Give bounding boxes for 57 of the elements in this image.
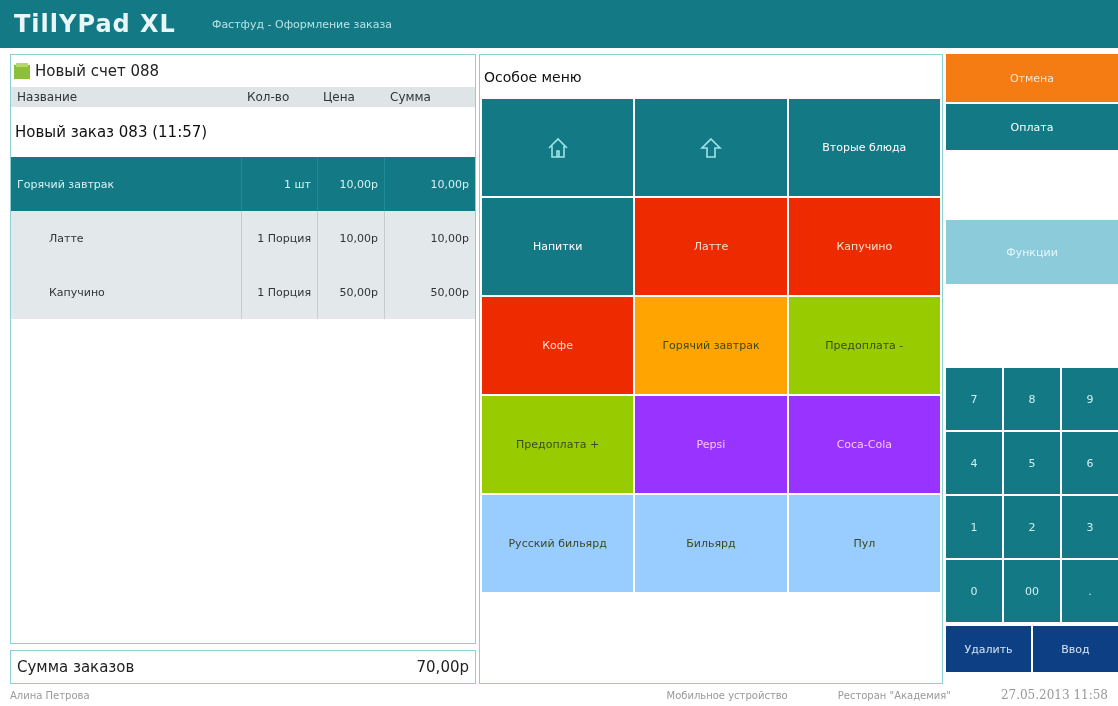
date-time: 27.05.2013 11:58 — [1000, 688, 1108, 702]
total-value: 70,00р — [416, 658, 469, 676]
menu-tile[interactable]: Латте — [635, 198, 787, 295]
table-cell: 50,00р — [384, 265, 475, 319]
menu-tile[interactable]: Предоплата + — [482, 396, 634, 493]
column-header: Сумма — [389, 89, 432, 106]
order-row[interactable]: Капучино 1 Порция 50,00р 50,00р — [11, 265, 475, 319]
menu-tile[interactable]: Вторые блюда — [788, 99, 940, 196]
user-name: Алина Петрова — [10, 689, 90, 701]
order-group-title: Новый заказ 083 (11:57) — [14, 122, 209, 143]
restaurant-label: Ресторан "Академия" — [837, 689, 951, 701]
table-cell: 1 Порция — [241, 265, 317, 319]
total-label: Сумма заказов — [17, 658, 135, 676]
menu-tile[interactable]: Русский бильярд — [482, 495, 634, 592]
menu-tile[interactable]: Пул — [788, 495, 940, 592]
table-cell-text: Горячий завтрак — [16, 176, 116, 193]
menu-tile[interactable]: Капучино — [788, 198, 940, 295]
menu-tile[interactable]: Бильярд — [635, 495, 787, 592]
device-label: Мобильное устройство — [666, 689, 788, 701]
keypad-key[interactable]: 8 — [1004, 368, 1060, 430]
menu-tile[interactable]: Pepsi — [635, 396, 787, 493]
cancel-button[interactable]: Отмена — [946, 54, 1118, 102]
menu-tile[interactable]: Кофе — [482, 297, 634, 394]
screen-title: Фастфуд - Оформление заказа — [211, 17, 393, 31]
app-logo: TillYPad XL — [14, 10, 176, 38]
column-header: Название — [16, 89, 79, 106]
home-button[interactable] — [482, 99, 634, 196]
order-row[interactable]: Горячий завтрак 1 шт 10,00р 10,00р — [11, 157, 475, 211]
column-header: Цена — [322, 89, 356, 106]
keypad-action-button[interactable]: Ввод — [1033, 626, 1118, 672]
order-row[interactable]: Латте 1 Порция 10,00р 10,00р — [11, 211, 475, 265]
menu-tile[interactable]: Coca-Cola — [788, 396, 940, 493]
keypad-key[interactable]: 2 — [1004, 496, 1060, 558]
keypad-key[interactable]: . — [1062, 560, 1118, 622]
bill-title: Новый счет 088 — [35, 62, 160, 80]
keypad-key[interactable]: 9 — [1062, 368, 1118, 430]
table-cell-text: Латте — [48, 230, 85, 247]
keypad-key[interactable]: 00 — [1004, 560, 1060, 622]
menu-tile[interactable]: Предоплата - — [788, 297, 940, 394]
table-cell-text: Капучино — [48, 284, 106, 301]
up-arrow-icon — [699, 135, 723, 160]
menu-tile[interactable]: Горячий завтрак — [635, 297, 787, 394]
keypad-action-button[interactable]: Удалить — [946, 626, 1031, 672]
table-cell: 50,00р — [317, 265, 384, 319]
keypad-key[interactable]: 6 — [1062, 432, 1118, 494]
column-header: Кол-во — [246, 89, 291, 106]
keypad-key[interactable]: 0 — [946, 560, 1002, 622]
menu-tile[interactable]: Напитки — [482, 198, 634, 295]
keypad-key[interactable]: 3 — [1062, 496, 1118, 558]
menu-title: Особое меню — [483, 68, 583, 87]
keypad-key[interactable]: 4 — [946, 432, 1002, 494]
pay-button[interactable]: Оплата — [946, 104, 1118, 150]
keypad-key[interactable]: 5 — [1004, 432, 1060, 494]
up-button[interactable] — [635, 99, 787, 196]
keypad-key[interactable]: 7 — [946, 368, 1002, 430]
keypad-key[interactable]: 1 — [946, 496, 1002, 558]
receipt-icon — [13, 61, 33, 81]
